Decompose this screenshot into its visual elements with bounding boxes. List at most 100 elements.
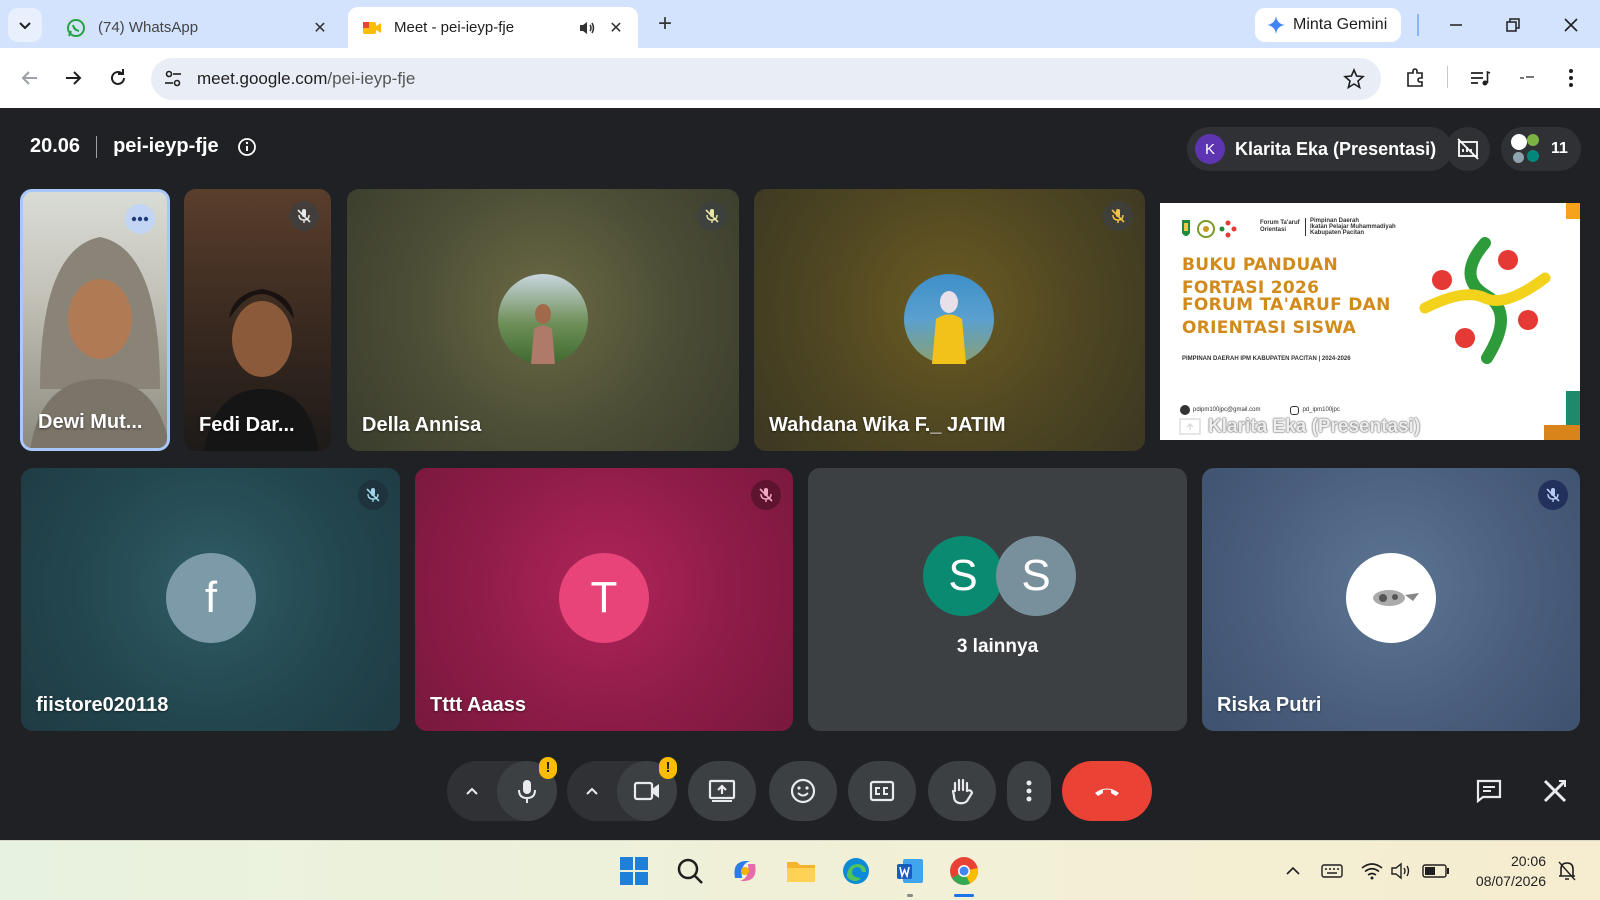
gemini-spark-icon xyxy=(1267,16,1285,34)
participant-avatar: T xyxy=(559,553,649,643)
notifications-button[interactable] xyxy=(1555,859,1579,883)
chrome-button[interactable] xyxy=(944,851,984,897)
participant-tile-fiistore[interactable]: f fiistore020118 xyxy=(21,468,400,731)
mic-toggle-button[interactable]: ! xyxy=(497,757,557,821)
tab-meet[interactable]: Meet - pei-ieyp-fje ✕ xyxy=(348,7,638,48)
show-hidden-icons-button[interactable] xyxy=(1281,859,1305,883)
leave-call-button[interactable] xyxy=(1062,761,1152,821)
stop-presentation-view-button[interactable] xyxy=(1446,127,1490,171)
participant-photo xyxy=(904,274,994,364)
participant-avatar: S xyxy=(923,536,1003,616)
word-button[interactable] xyxy=(890,851,930,897)
address-bar[interactable]: meet.google.com/pei-ieyp-fje xyxy=(151,58,1381,100)
volume-button[interactable] xyxy=(1389,859,1413,883)
close-window-button[interactable] xyxy=(1558,12,1584,38)
reactions-button[interactable] xyxy=(769,761,837,821)
mic-off-indicator xyxy=(1103,201,1133,231)
participant-avatar: S xyxy=(996,536,1076,616)
gemini-label: Minta Gemini xyxy=(1293,16,1388,33)
participant-name: Wahdana Wika F._ JATIM xyxy=(769,414,1006,436)
more-options-button[interactable] xyxy=(125,204,155,234)
windows-logo-icon xyxy=(620,857,648,885)
presenter-chip[interactable]: K Klarita Eka (Presentasi) xyxy=(1187,127,1453,171)
site-settings-icon[interactable] xyxy=(163,69,183,89)
logo-icons xyxy=(1182,220,1237,238)
copilot-button[interactable] xyxy=(725,851,765,891)
new-tab-button[interactable]: + xyxy=(650,10,680,40)
restore-button[interactable] xyxy=(1500,12,1526,38)
presentation-tile[interactable]: Forum Ta'aruf Orientasi Pimpinan Daerah … xyxy=(1160,203,1580,440)
present-screen-button[interactable] xyxy=(688,761,756,821)
start-button[interactable] xyxy=(614,851,654,891)
slide-title-line1: BUKU PANDUAN xyxy=(1182,255,1339,275)
presentation-off-icon xyxy=(1457,138,1479,160)
participant-name: fiistore020118 xyxy=(36,694,169,716)
more-options-button[interactable] xyxy=(1007,761,1051,821)
profile-avatar-icon xyxy=(1517,68,1537,88)
participants-button[interactable]: 11 xyxy=(1501,127,1581,171)
search-button[interactable] xyxy=(670,851,710,891)
battery-button[interactable] xyxy=(1421,859,1451,883)
url-text[interactable]: meet.google.com/pei-ieyp-fje xyxy=(197,69,415,89)
media-control-button[interactable] xyxy=(1466,64,1494,92)
slide-decoration xyxy=(1544,425,1580,440)
participant-photo xyxy=(498,274,588,364)
windows-taskbar: 20:06 08/07/2026 xyxy=(0,840,1600,900)
speaker-icon[interactable] xyxy=(576,20,598,36)
slide-header-right-3: Kabupaten Pacitan xyxy=(1310,230,1365,236)
video-camera-icon xyxy=(633,781,659,801)
participant-tile-riska[interactable]: Riska Putri xyxy=(1202,468,1580,731)
email-icon xyxy=(1180,405,1190,415)
captions-button[interactable] xyxy=(848,761,916,821)
gemini-button[interactable]: Minta Gemini xyxy=(1255,8,1402,42)
others-tile[interactable]: S S 3 lainnya xyxy=(808,468,1187,731)
tab-label: (74) WhatsApp xyxy=(98,19,199,36)
clock-time: 20:06 xyxy=(1510,853,1546,869)
taskbar-clock[interactable]: 20:06 08/07/2026 xyxy=(1476,851,1546,891)
raise-hand-button[interactable] xyxy=(928,761,996,821)
camera-control-group: ! xyxy=(567,757,677,821)
reload-icon xyxy=(111,69,125,85)
activities-button[interactable] xyxy=(1540,776,1570,806)
mic-off-icon xyxy=(759,488,773,502)
wifi-button[interactable] xyxy=(1360,859,1384,883)
back-button[interactable] xyxy=(16,64,44,92)
extensions-button[interactable] xyxy=(1401,64,1429,92)
mic-off-icon xyxy=(297,209,311,223)
close-tab-icon[interactable]: ✕ xyxy=(310,18,330,38)
camera-options-button[interactable] xyxy=(567,761,617,821)
browser-toolbar: meet.google.com/pei-ieyp-fje xyxy=(0,48,1600,108)
reload-button[interactable] xyxy=(104,64,132,92)
chat-button[interactable] xyxy=(1474,776,1504,806)
closed-captions-icon xyxy=(869,780,895,802)
tab-whatsapp[interactable]: (74) WhatsApp ✕ xyxy=(52,7,342,48)
camera-toggle-button[interactable]: ! xyxy=(617,757,677,821)
file-explorer-button[interactable] xyxy=(781,851,821,891)
participant-tile-wahdana[interactable]: Wahdana Wika F._ JATIM xyxy=(754,189,1145,451)
chrome-icon xyxy=(950,857,979,885)
participant-name: Dewi Mut... xyxy=(38,411,143,433)
minimize-button[interactable] xyxy=(1443,12,1469,38)
participant-tile-tttt[interactable]: T Tttt Aaass xyxy=(415,468,793,731)
browser-menu-button[interactable] xyxy=(1557,64,1585,92)
close-tab-icon[interactable]: ✕ xyxy=(606,18,626,38)
profile-button[interactable] xyxy=(1513,64,1541,92)
keyboard-button[interactable] xyxy=(1320,859,1344,883)
info-icon[interactable] xyxy=(237,137,257,157)
tab-search-button[interactable] xyxy=(8,8,42,42)
slide-header-left: Forum Ta'aruf Orientasi xyxy=(1260,220,1300,233)
edge-button[interactable] xyxy=(836,851,876,891)
bookmark-star-icon[interactable] xyxy=(1343,68,1365,90)
microphone-icon xyxy=(518,780,536,803)
participant-tile-dewi[interactable]: Dewi Mut... xyxy=(20,189,170,451)
more-horizontal-icon xyxy=(131,216,149,222)
slide-subtitle: PIMPINAN DAERAH IPM KABUPATEN PACITAN | … xyxy=(1182,356,1351,362)
participant-name: Fedi Dar... xyxy=(199,414,295,436)
person-photo xyxy=(1373,590,1419,606)
mic-options-button[interactable] xyxy=(447,761,497,821)
participant-tile-fedi[interactable]: Fedi Dar... xyxy=(184,189,331,451)
meeting-info-bar: 20.06 pei-ieyp-fje xyxy=(30,135,257,158)
forward-button[interactable] xyxy=(59,64,87,92)
more-vertical-icon xyxy=(1026,780,1032,802)
participant-tile-della[interactable]: Della Annisa xyxy=(347,189,739,451)
